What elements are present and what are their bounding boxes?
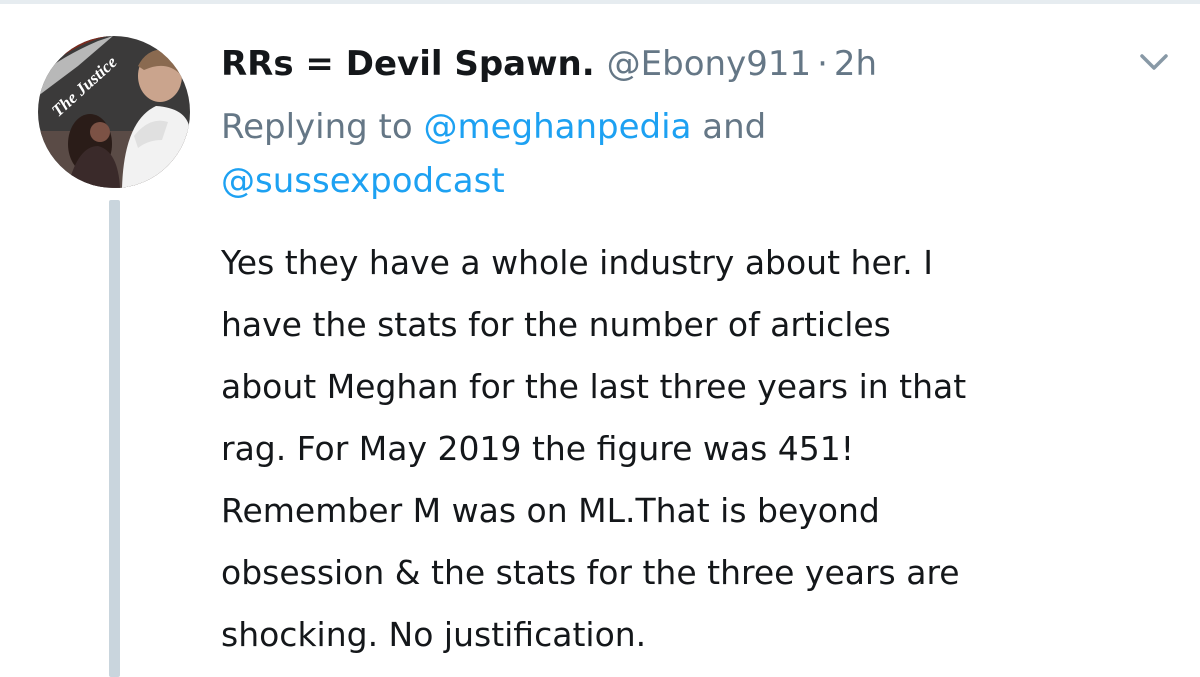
more-options-button[interactable]: [1134, 42, 1174, 82]
author-name[interactable]: RRs = Devil Spawn.: [221, 44, 595, 84]
thread-line: [109, 200, 120, 677]
tweet-text-line: shocking. No justification.: [221, 615, 647, 654]
tweet-text-line: Yes they have a whole industry about her…: [221, 243, 933, 282]
chevron-down-icon: [1140, 54, 1168, 70]
reply-joiner: and: [702, 107, 767, 147]
tweet-text-line: about Meghan for the last three years in…: [221, 367, 967, 406]
avatar[interactable]: The Justice: [38, 36, 190, 188]
tweet-text-line: obsession & the stats for the three year…: [221, 553, 960, 592]
mention-sussexpodcast[interactable]: @sussexpodcast: [221, 161, 505, 201]
author-handle[interactable]: @Ebony911: [607, 44, 811, 84]
tweet-text-line: Remember M was on ML.That is beyond: [221, 491, 880, 530]
mention-meghanpedia[interactable]: @meghanpedia: [424, 107, 692, 147]
avatar-image: The Justice: [38, 36, 190, 188]
tweet-text: Yes they have a whole industry about her…: [221, 232, 1171, 666]
tweet-text-line: have the stats for the number of article…: [221, 305, 891, 344]
reply-context: Replying to @meghanpedia and @sussexpodc…: [221, 100, 1121, 208]
timestamp[interactable]: 2h: [834, 44, 877, 84]
reply-prefix: Replying to: [221, 107, 413, 147]
tweet[interactable]: The Justice RRs = Devil Spawn. @Ebony911 ·…: [0, 0, 1200, 677]
tweet-text-line: rag. For May 2019 the figure was 451!: [221, 429, 854, 468]
tweet-header: RRs = Devil Spawn. @Ebony911 · 2h: [221, 38, 877, 90]
header-separator: ·: [817, 44, 828, 84]
